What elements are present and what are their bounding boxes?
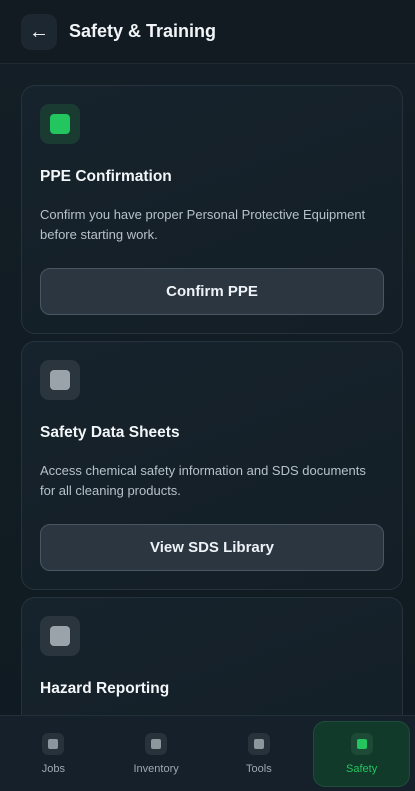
- ppe-icon: [40, 104, 80, 144]
- confirm-ppe-button[interactable]: Confirm PPE: [40, 268, 384, 315]
- nav-label: Safety: [346, 762, 378, 775]
- bottom-navigation: Jobs Inventory Tools Safety: [0, 715, 415, 791]
- ppe-confirmation-card: PPE Confirmation Confirm you have proper…: [21, 85, 403, 334]
- nav-item-inventory[interactable]: Inventory: [108, 721, 205, 787]
- inventory-icon: [145, 732, 168, 755]
- document-icon: [40, 360, 80, 400]
- view-sds-library-button[interactable]: View SDS Library: [40, 524, 384, 571]
- nav-label: Inventory: [133, 762, 179, 775]
- nav-label: Jobs: [41, 762, 65, 775]
- page-title: Safety & Training: [69, 21, 217, 41]
- warning-icon: [40, 616, 80, 656]
- back-arrow-icon: ←: [29, 20, 49, 43]
- jobs-icon: [42, 732, 65, 755]
- app-root: ← Safety & Training PPE Confirmation Con…: [0, 0, 415, 791]
- card-title: PPE Confirmation: [40, 168, 172, 185]
- card-description: Confirm you have proper Personal Protect…: [40, 207, 366, 242]
- safety-data-sheets-card: Safety Data Sheets Access chemical safet…: [21, 341, 403, 590]
- top-bar: ← Safety & Training: [0, 0, 415, 64]
- card-title: Safety Data Sheets: [40, 424, 180, 441]
- tools-icon: [247, 732, 270, 755]
- card-title: Hazard Reporting: [40, 680, 170, 697]
- nav-item-jobs[interactable]: Jobs: [5, 721, 102, 787]
- back-button[interactable]: ←: [21, 13, 57, 50]
- safety-icon: [350, 732, 373, 755]
- nav-label: Tools: [246, 762, 272, 775]
- nav-item-tools[interactable]: Tools: [210, 721, 307, 787]
- safety-content[interactable]: PPE Confirmation Confirm you have proper…: [0, 65, 415, 715]
- nav-item-safety[interactable]: Safety: [313, 720, 411, 787]
- hazard-reporting-card: Hazard Reporting: [21, 597, 403, 715]
- card-description: Access chemical safety information and S…: [40, 463, 366, 498]
